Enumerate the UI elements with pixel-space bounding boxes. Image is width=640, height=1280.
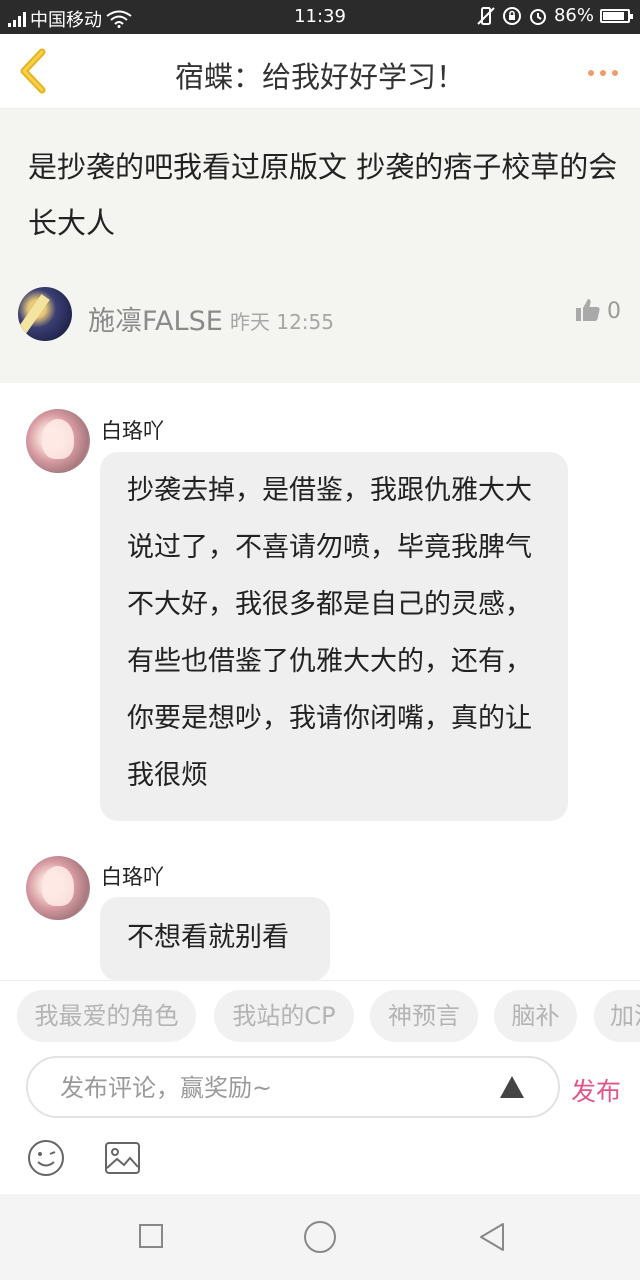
emoji-icon[interactable] [27, 1139, 65, 1177]
like-count: 0 [607, 299, 621, 324]
back-triangle-icon[interactable] [478, 1221, 506, 1253]
avatar[interactable] [26, 409, 90, 473]
reply-author[interactable]: 白珞吖 [101, 861, 164, 891]
recent-apps-icon[interactable] [139, 1224, 163, 1248]
post-author[interactable]: 施凛FALSE [88, 299, 223, 338]
lock-rotation-icon [502, 6, 521, 25]
image-icon[interactable] [104, 1141, 141, 1175]
more-options-icon[interactable] [588, 70, 618, 76]
tag-chip[interactable]: 加油 [594, 990, 640, 1042]
system-nav-bar [0, 1194, 640, 1280]
thumbs-up-icon[interactable] [575, 297, 601, 323]
tag-chip[interactable]: 脑补 [494, 990, 577, 1042]
vibrate-off-icon [477, 6, 495, 25]
alarm-icon [529, 8, 546, 25]
post-text: 是抄袭的吧我看过原版文 抄袭的痞子校草的会长大人 [28, 150, 618, 240]
reply-bubble: 抄袭去掉，是借鉴，我跟仇雅大大说过了，不喜请勿喷，毕竟我脾气不大好，我很多都是自… [100, 452, 568, 821]
publish-button[interactable]: 发布 [571, 1072, 621, 1108]
comment-input[interactable] [58, 1070, 482, 1106]
avatar[interactable] [26, 856, 90, 920]
page-title: 宿蝶：给我好好学习！ [174, 60, 465, 94]
triangle-icon[interactable] [500, 1076, 524, 1098]
comment-box [26, 1056, 560, 1118]
header: 宿蝶：给我好好学习！ [0, 34, 640, 109]
tag-chip[interactable]: 我站的CP [214, 990, 354, 1042]
post-time: 昨天 12:55 [230, 310, 334, 334]
tag-chip[interactable]: 神预言 [370, 990, 478, 1042]
status-right: 86% [476, 5, 633, 26]
home-icon[interactable] [304, 1221, 336, 1253]
reply-bubble: 不想看就别看 [100, 897, 330, 981]
reply-author[interactable]: 白珞吖 [101, 415, 164, 445]
quoted-post: 是抄袭的吧我看过原版文 抄袭的痞子校草的会长大人 施凛FALSE 昨天 12:5… [0, 109, 640, 383]
tag-chip[interactable]: 我最爱的角色 [17, 990, 196, 1042]
battery-percent: 86% [553, 5, 594, 26]
avatar[interactable] [18, 287, 72, 341]
battery-icon [600, 8, 633, 23]
status-bar: 中国移动 11:39 86% [0, 0, 640, 34]
quick-tags-bar: 我最爱的角色 我站的CP 神预言 脑补 加油 [0, 980, 640, 1053]
